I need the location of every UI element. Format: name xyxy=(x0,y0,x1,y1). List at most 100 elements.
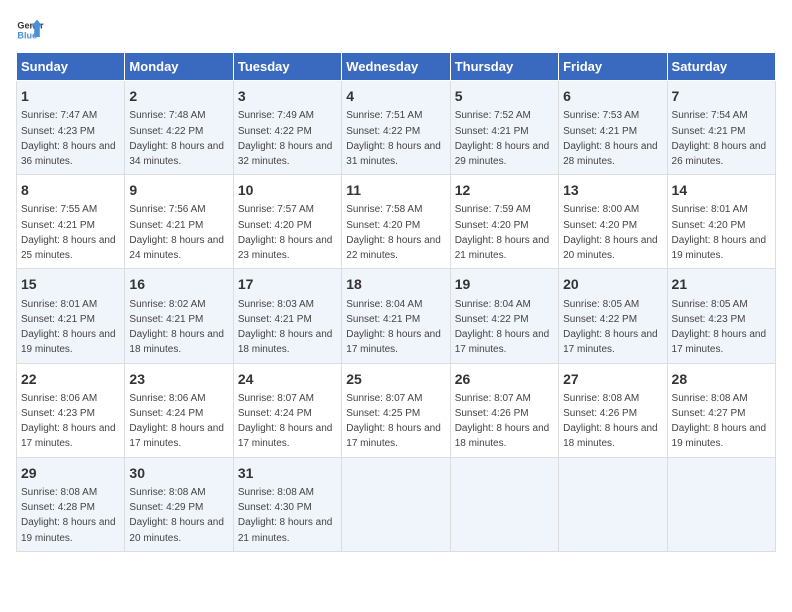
day-info: Sunrise: 8:03 AMSunset: 4:21 PMDaylight:… xyxy=(238,299,333,356)
day-number: 18 xyxy=(346,274,445,294)
day-info: Sunrise: 7:52 AMSunset: 4:21 PMDaylight:… xyxy=(455,110,550,167)
day-cell: 20Sunrise: 8:05 AMSunset: 4:22 PMDayligh… xyxy=(559,269,667,363)
day-info: Sunrise: 8:08 AMSunset: 4:28 PMDaylight:… xyxy=(21,487,116,544)
day-info: Sunrise: 8:05 AMSunset: 4:22 PMDaylight:… xyxy=(563,299,658,356)
day-info: Sunrise: 7:51 AMSunset: 4:22 PMDaylight:… xyxy=(346,110,441,167)
day-cell: 12Sunrise: 7:59 AMSunset: 4:20 PMDayligh… xyxy=(450,175,558,269)
day-cell: 5 Sunrise: 7:52 AMSunset: 4:21 PMDaylight… xyxy=(450,81,558,175)
day-cell: 30Sunrise: 8:08 AMSunset: 4:29 PMDayligh… xyxy=(125,457,233,551)
day-cell: 29 Sunrise: 8:08 AMSunset: 4:28 PMDayligh… xyxy=(17,457,125,551)
day-cell: 4 Sunrise: 7:51 AMSunset: 4:22 PMDaylight… xyxy=(342,81,450,175)
day-info: Sunrise: 7:53 AMSunset: 4:21 PMDaylight:… xyxy=(563,110,658,167)
day-number: 21 xyxy=(672,274,771,294)
day-number: 25 xyxy=(346,369,445,389)
header-cell-monday: Monday xyxy=(125,53,233,81)
day-info: Sunrise: 8:07 AMSunset: 4:26 PMDaylight:… xyxy=(455,393,550,450)
day-cell xyxy=(450,457,558,551)
day-number: 2 xyxy=(129,86,228,106)
day-number: 6 xyxy=(563,86,662,106)
day-number: 26 xyxy=(455,369,554,389)
day-info: Sunrise: 8:04 AMSunset: 4:21 PMDaylight:… xyxy=(346,299,441,356)
day-info: Sunrise: 7:56 AMSunset: 4:21 PMDaylight:… xyxy=(129,204,224,261)
week-row-3: 15Sunrise: 8:01 AMSunset: 4:21 PMDayligh… xyxy=(17,269,776,363)
day-number: 1 xyxy=(21,86,120,106)
day-number: 3 xyxy=(238,86,337,106)
calendar-table: SundayMondayTuesdayWednesdayThursdayFrid… xyxy=(16,52,776,552)
week-row-5: 29 Sunrise: 8:08 AMSunset: 4:28 PMDayligh… xyxy=(17,457,776,551)
day-info: Sunrise: 7:57 AMSunset: 4:20 PMDaylight:… xyxy=(238,204,333,261)
day-info: Sunrise: 8:00 AMSunset: 4:20 PMDaylight:… xyxy=(563,204,658,261)
day-number: 5 xyxy=(455,86,554,106)
day-cell xyxy=(559,457,667,551)
day-number: 30 xyxy=(129,463,228,483)
day-cell: 9 Sunrise: 7:56 AMSunset: 4:21 PMDaylight… xyxy=(125,175,233,269)
header-cell-friday: Friday xyxy=(559,53,667,81)
day-info: Sunrise: 8:07 AMSunset: 4:24 PMDaylight:… xyxy=(238,393,333,450)
day-cell: 28 Sunrise: 8:08 AMSunset: 4:27 PMDayligh… xyxy=(667,363,775,457)
day-number: 8 xyxy=(21,180,120,200)
day-number: 11 xyxy=(346,180,445,200)
day-cell: 18 Sunrise: 8:04 AMSunset: 4:21 PMDayligh… xyxy=(342,269,450,363)
logo-icon: General Blue xyxy=(16,16,44,44)
day-info: Sunrise: 8:02 AMSunset: 4:21 PMDaylight:… xyxy=(129,299,224,356)
day-cell: 15Sunrise: 8:01 AMSunset: 4:21 PMDayligh… xyxy=(17,269,125,363)
day-info: Sunrise: 8:06 AMSunset: 4:23 PMDaylight:… xyxy=(21,393,116,450)
header-cell-wednesday: Wednesday xyxy=(342,53,450,81)
logo: General Blue xyxy=(16,16,44,44)
day-cell: 27Sunrise: 8:08 AMSunset: 4:26 PMDayligh… xyxy=(559,363,667,457)
day-cell: 26 Sunrise: 8:07 AMSunset: 4:26 PMDayligh… xyxy=(450,363,558,457)
day-number: 13 xyxy=(563,180,662,200)
day-number: 7 xyxy=(672,86,771,106)
day-info: Sunrise: 8:01 AMSunset: 4:20 PMDaylight:… xyxy=(672,204,767,261)
day-info: Sunrise: 7:55 AMSunset: 4:21 PMDaylight:… xyxy=(21,204,116,261)
day-cell: 25 Sunrise: 8:07 AMSunset: 4:25 PMDayligh… xyxy=(342,363,450,457)
day-info: Sunrise: 8:05 AMSunset: 4:23 PMDaylight:… xyxy=(672,299,767,356)
day-cell: 10 Sunrise: 7:57 AMSunset: 4:20 PMDayligh… xyxy=(233,175,341,269)
day-info: Sunrise: 8:07 AMSunset: 4:25 PMDaylight:… xyxy=(346,393,441,450)
day-info: Sunrise: 8:08 AMSunset: 4:30 PMDaylight:… xyxy=(238,487,333,544)
day-number: 23 xyxy=(129,369,228,389)
day-number: 29 xyxy=(21,463,120,483)
day-cell: 17Sunrise: 8:03 AMSunset: 4:21 PMDayligh… xyxy=(233,269,341,363)
week-row-2: 8 Sunrise: 7:55 AMSunset: 4:21 PMDaylight… xyxy=(17,175,776,269)
day-info: Sunrise: 8:08 AMSunset: 4:27 PMDaylight:… xyxy=(672,393,767,450)
day-cell xyxy=(342,457,450,551)
day-cell: 31Sunrise: 8:08 AMSunset: 4:30 PMDayligh… xyxy=(233,457,341,551)
day-cell: 1 Sunrise: 7:47 AMSunset: 4:23 PMDaylight… xyxy=(17,81,125,175)
day-cell xyxy=(667,457,775,551)
calendar-body: 1 Sunrise: 7:47 AMSunset: 4:23 PMDaylight… xyxy=(17,81,776,552)
week-row-4: 22 Sunrise: 8:06 AMSunset: 4:23 PMDayligh… xyxy=(17,363,776,457)
day-cell: 14 Sunrise: 8:01 AMSunset: 4:20 PMDayligh… xyxy=(667,175,775,269)
day-number: 16 xyxy=(129,274,228,294)
day-number: 10 xyxy=(238,180,337,200)
day-cell: 2 Sunrise: 7:48 AMSunset: 4:22 PMDaylight… xyxy=(125,81,233,175)
svg-text:Blue: Blue xyxy=(17,30,37,40)
day-info: Sunrise: 8:04 AMSunset: 4:22 PMDaylight:… xyxy=(455,299,550,356)
day-info: Sunrise: 7:49 AMSunset: 4:22 PMDaylight:… xyxy=(238,110,333,167)
header-cell-saturday: Saturday xyxy=(667,53,775,81)
day-number: 14 xyxy=(672,180,771,200)
day-number: 4 xyxy=(346,86,445,106)
day-info: Sunrise: 7:47 AMSunset: 4:23 PMDaylight:… xyxy=(21,110,116,167)
day-info: Sunrise: 7:54 AMSunset: 4:21 PMDaylight:… xyxy=(672,110,767,167)
day-number: 12 xyxy=(455,180,554,200)
day-cell: 13 Sunrise: 8:00 AMSunset: 4:20 PMDayligh… xyxy=(559,175,667,269)
day-cell: 21 Sunrise: 8:05 AMSunset: 4:23 PMDayligh… xyxy=(667,269,775,363)
header-cell-tuesday: Tuesday xyxy=(233,53,341,81)
day-number: 22 xyxy=(21,369,120,389)
day-cell: 19 Sunrise: 8:04 AMSunset: 4:22 PMDayligh… xyxy=(450,269,558,363)
day-info: Sunrise: 7:48 AMSunset: 4:22 PMDaylight:… xyxy=(129,110,224,167)
day-number: 19 xyxy=(455,274,554,294)
header: General Blue xyxy=(16,16,776,44)
calendar-header-row: SundayMondayTuesdayWednesdayThursdayFrid… xyxy=(17,53,776,81)
day-number: 9 xyxy=(129,180,228,200)
week-row-1: 1 Sunrise: 7:47 AMSunset: 4:23 PMDaylight… xyxy=(17,81,776,175)
day-number: 24 xyxy=(238,369,337,389)
day-cell: 16 Sunrise: 8:02 AMSunset: 4:21 PMDayligh… xyxy=(125,269,233,363)
day-cell: 8 Sunrise: 7:55 AMSunset: 4:21 PMDaylight… xyxy=(17,175,125,269)
day-number: 28 xyxy=(672,369,771,389)
day-cell: 6 Sunrise: 7:53 AMSunset: 4:21 PMDaylight… xyxy=(559,81,667,175)
day-info: Sunrise: 8:08 AMSunset: 4:26 PMDaylight:… xyxy=(563,393,658,450)
header-cell-sunday: Sunday xyxy=(17,53,125,81)
day-cell: 23Sunrise: 8:06 AMSunset: 4:24 PMDayligh… xyxy=(125,363,233,457)
